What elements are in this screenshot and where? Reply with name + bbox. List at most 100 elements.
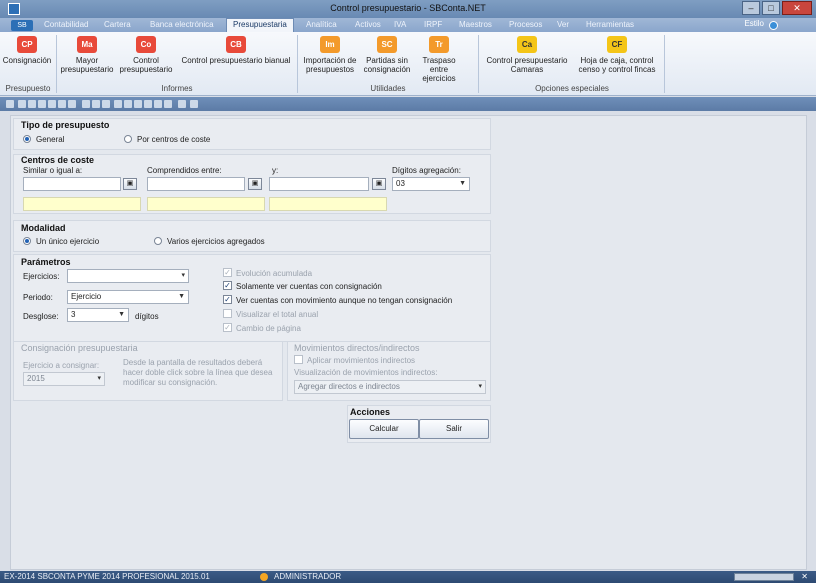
toolbar-icon[interactable] (134, 100, 142, 108)
visualizacion-select[interactable]: Agregar directos e indirectos ▾ (294, 380, 486, 394)
close-button[interactable]: ✕ (782, 1, 812, 15)
status-user: ADMINISTRADOR (274, 572, 342, 581)
tab-maestros[interactable]: Maestros (459, 19, 492, 32)
toolbar-icon[interactable] (38, 100, 46, 108)
camaras-icon: Ca (517, 36, 537, 53)
minimize-button[interactable]: – (742, 1, 760, 15)
user-icon (260, 573, 268, 581)
radio-general[interactable] (23, 135, 31, 143)
status-close-icon[interactable]: ✕ (801, 571, 808, 583)
evolucion-acumulada-label: Evolución acumulada (236, 269, 313, 278)
toolbar-icon[interactable] (124, 100, 132, 108)
tab-analitica[interactable]: Analítica (306, 19, 337, 32)
group-label-utilidades: Utilidades (370, 84, 406, 93)
partidas-icon: SC (377, 36, 397, 53)
toolbar-icon[interactable] (48, 100, 56, 108)
hasta-lookup-button[interactable]: ▣ (372, 178, 386, 190)
app-menu-button[interactable]: SB (11, 20, 33, 31)
tab-presupuestaria[interactable]: Presupuestaria (226, 18, 294, 32)
consignacion-note: Desde la pantalla de resultados deberá h… (123, 358, 273, 387)
radio-unico-ejercicio[interactable] (23, 237, 31, 245)
salir-button[interactable]: Salir (419, 419, 489, 439)
tab-iva[interactable]: IVA (394, 19, 406, 32)
periodo-select[interactable]: Ejercicio ▼ (67, 290, 189, 304)
similar-description (23, 197, 141, 211)
tab-contabilidad[interactable]: Contabilidad (44, 19, 88, 32)
chevron-down-icon: ▼ (459, 180, 466, 187)
toolbar-icon[interactable] (18, 100, 26, 108)
ver-cuentas-movimiento-checkbox[interactable]: ✓ (223, 295, 232, 304)
desglose-select[interactable]: 3 ▼ (67, 308, 129, 322)
tab-banca-electronica[interactable]: Banca electrónica (150, 19, 214, 32)
control-presupuestario-button[interactable]: Co Control presupuestario (118, 36, 174, 74)
tab-ver[interactable]: Ver (557, 19, 569, 32)
tab-cartera[interactable]: Cartera (104, 19, 131, 32)
centros-coste-title: Centros de coste (21, 155, 95, 165)
radio-varios-ejercicios[interactable] (154, 237, 162, 245)
radio-varios-ejercicios-label[interactable]: Varios ejercicios agregados (167, 237, 265, 246)
toolbar-icon[interactable] (114, 100, 122, 108)
toolbar-icon[interactable] (82, 100, 90, 108)
toolbar-icon[interactable] (58, 100, 66, 108)
tab-procesos[interactable]: Procesos (509, 19, 542, 32)
toolbar-icon[interactable] (92, 100, 100, 108)
modalidad-group (13, 220, 491, 252)
parametros-title: Parámetros (21, 257, 71, 267)
similar-input[interactable] (23, 177, 121, 191)
digitos-agregacion-select[interactable]: 03 ▼ (392, 177, 470, 191)
radio-por-centros-label[interactable]: Por centros de coste (137, 135, 210, 144)
tab-herramientas[interactable]: Herramientas (586, 19, 634, 32)
consignacion-button[interactable]: CP Consignación (2, 36, 52, 65)
maximize-button[interactable]: □ (762, 1, 780, 15)
solamente-consignacion-label[interactable]: Solamente ver cuentas con consignación (236, 282, 382, 291)
radio-por-centros[interactable] (124, 135, 132, 143)
toolbar-icon[interactable] (102, 100, 110, 108)
estilo-menu[interactable]: Estilo (744, 19, 764, 28)
ribbon-label: Traspaso entre ejercicios (422, 56, 456, 83)
radio-general-label[interactable]: General (36, 135, 64, 144)
toolbar-icon[interactable] (28, 100, 36, 108)
desde-input[interactable] (147, 177, 245, 191)
visualizacion-label: Visualización de movimientos indirectos: (294, 368, 438, 377)
ejercicio-consignar-select[interactable]: 2015 ▾ (23, 372, 105, 386)
desde-lookup-button[interactable]: ▣ (248, 178, 262, 190)
ver-cuentas-movimiento-label[interactable]: Ver cuentas con movimiento aunque no ten… (236, 296, 452, 305)
ribbon-label: Partidas sin consignación (363, 56, 411, 74)
importacion-button[interactable]: Im Importación de presupuestos (299, 36, 361, 74)
similar-label: Similar o igual a: (23, 166, 83, 175)
help-icon[interactable] (769, 21, 778, 30)
consignacion-icon: CP (17, 36, 37, 53)
tab-irpf[interactable]: IRPF (424, 19, 442, 32)
total-anual-checkbox[interactable] (223, 309, 232, 318)
ejercicio-consignar-value: 2015 (27, 374, 45, 383)
status-info: EX-2014 SBCONTA PYME 2014 PROFESIONAL 20… (4, 572, 210, 581)
evolucion-acumulada-checkbox[interactable]: ✓ (223, 268, 232, 277)
control-camaras-button[interactable]: Ca Control presupuestario Camaras (481, 36, 573, 74)
traspaso-button[interactable]: Tr Traspaso entre ejercicios (414, 36, 464, 83)
ejercicio-consignar-label: Ejercicio a consignar: (23, 361, 100, 370)
hoja-caja-button[interactable]: CF Hoja de caja, control censo y control… (574, 36, 660, 74)
toolbar-icon[interactable] (6, 100, 14, 108)
toolbar-icon[interactable] (154, 100, 162, 108)
mayor-presupuestario-button[interactable]: Ma Mayor presupuestario (58, 36, 116, 74)
toolbar-icon[interactable] (144, 100, 152, 108)
calcular-button[interactable]: Calcular (349, 419, 419, 439)
tab-activos[interactable]: Activos (355, 19, 381, 32)
similar-lookup-button[interactable]: ▣ (123, 178, 137, 190)
radio-unico-ejercicio-label[interactable]: Un único ejercicio (36, 237, 99, 246)
toolbar-dropdown-icon[interactable] (190, 100, 198, 108)
control-bianual-button[interactable]: CB Control presupuestario bianual (177, 36, 295, 65)
solamente-consignacion-checkbox[interactable]: ✓ (223, 281, 232, 290)
title-bar: Control presupuestario - SBConta.NET – □… (0, 0, 816, 18)
hoja-caja-icon: CF (607, 36, 627, 53)
cambio-pagina-checkbox[interactable]: ✓ (223, 323, 232, 332)
toolbar-icon[interactable] (178, 100, 186, 108)
toolbar-icon[interactable] (68, 100, 76, 108)
visualizacion-value: Agregar directos e indirectos (298, 382, 400, 391)
aplicar-indirectos-checkbox[interactable] (294, 355, 303, 364)
toolbar-icon[interactable] (164, 100, 172, 108)
partidas-sin-consignacion-button[interactable]: SC Partidas sin consignación (362, 36, 412, 74)
ejercicios-select[interactable]: ▾ (67, 269, 189, 283)
aplicar-indirectos-label: Aplicar movimientos indirectos (307, 356, 416, 365)
hasta-input[interactable] (269, 177, 369, 191)
